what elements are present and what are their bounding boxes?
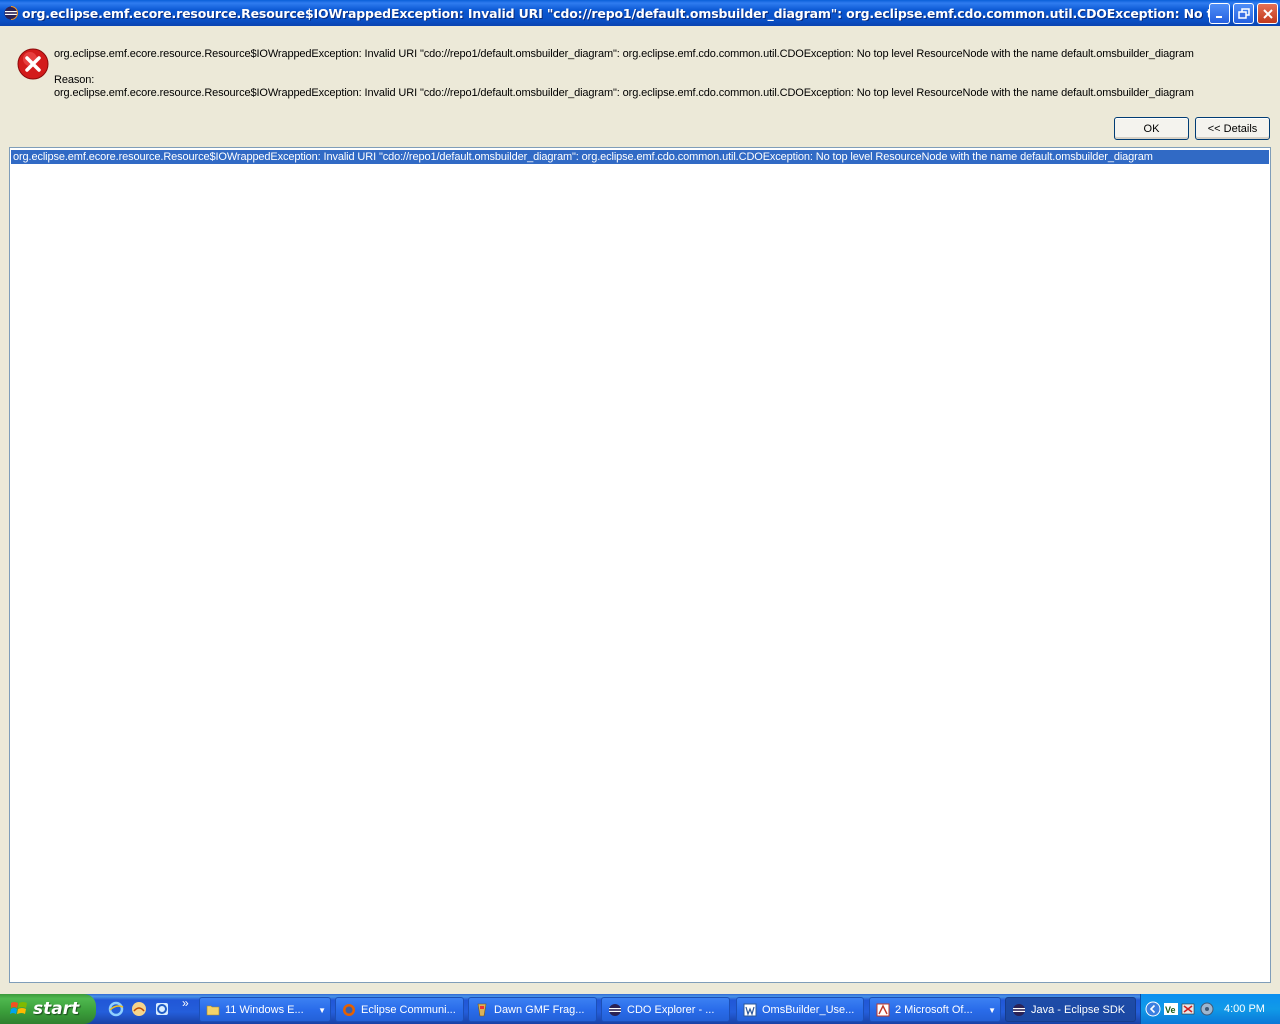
clock[interactable]: 4:00 PM: [1224, 1003, 1265, 1015]
group-arrow-icon: ▼: [318, 1006, 326, 1015]
eclipse-icon: [609, 1003, 621, 1016]
details-list[interactable]: org.eclipse.emf.ecore.resource.Resource$…: [9, 147, 1271, 983]
start-button[interactable]: start: [0, 994, 96, 1024]
close-icon: [1262, 8, 1273, 19]
window-titlebar[interactable]: org.eclipse.emf.ecore.resource.Resource$…: [0, 0, 1280, 26]
details-button[interactable]: << Details: [1195, 117, 1270, 140]
word-icon: [743, 1003, 757, 1016]
volume-tray-icon[interactable]: [1199, 1001, 1215, 1017]
network-tray-icon[interactable]: [1181, 1001, 1197, 1017]
minimize-button[interactable]: [1209, 3, 1230, 24]
taskbar-item-omsbuilder[interactable]: OmsBuilder_Use...: [736, 997, 864, 1022]
group-arrow-icon: ▼: [988, 1006, 996, 1015]
vmware-tray-icon[interactable]: Ve: [1163, 1001, 1179, 1017]
browser-icon[interactable]: [154, 1001, 170, 1017]
restore-button[interactable]: [1233, 3, 1254, 24]
office-icon: [876, 1003, 890, 1016]
taskbar-item-windows-explorer[interactable]: 11 Windows E... ▼: [199, 997, 331, 1022]
reason-label: Reason:: [54, 74, 95, 86]
tray-expand-icon[interactable]: [1145, 1001, 1161, 1017]
taskbar-item-microsoft-office[interactable]: 2 Microsoft Of... ▼: [869, 997, 1001, 1022]
ok-button[interactable]: OK: [1114, 117, 1189, 140]
eclipse-icon: [1013, 1003, 1025, 1016]
paint-icon: [477, 1003, 487, 1016]
svg-text:Ve: Ve: [1165, 1005, 1176, 1015]
eclipse-icon: [4, 6, 18, 20]
details-row[interactable]: org.eclipse.emf.ecore.resource.Resource$…: [11, 150, 1269, 164]
folder-icon: [206, 1005, 220, 1015]
window-title: org.eclipse.emf.ecore.resource.Resource$…: [22, 5, 1224, 21]
outlook-icon[interactable]: [131, 1001, 147, 1017]
firefox-icon: [343, 1003, 355, 1016]
taskbar: start » 11 Windows E... ▼ Eclipse Commun…: [0, 994, 1280, 1024]
system-tray: Ve 4:00 PM: [1140, 994, 1280, 1024]
quick-launch-more-icon[interactable]: »: [182, 996, 189, 1010]
windows-flag-icon: [10, 1002, 27, 1014]
taskbar-item-cdo-explorer[interactable]: CDO Explorer - ...: [601, 997, 730, 1022]
internet-explorer-icon[interactable]: [108, 1001, 124, 1017]
restore-icon: [1237, 7, 1250, 19]
taskbar-item-java-eclipse[interactable]: Java - Eclipse SDK: [1005, 997, 1136, 1022]
error-icon: [17, 48, 49, 80]
start-label: start: [33, 999, 80, 1019]
reason-text: org.eclipse.emf.ecore.resource.Resource$…: [54, 87, 1194, 99]
minimize-icon: [1215, 15, 1222, 18]
taskbar-item-eclipse-community[interactable]: Eclipse Communi...: [335, 997, 464, 1022]
close-button[interactable]: [1257, 3, 1278, 24]
taskbar-item-dawn-gmf[interactable]: Dawn GMF Frag...: [468, 997, 597, 1022]
error-message: org.eclipse.emf.ecore.resource.Resource$…: [54, 48, 1194, 60]
